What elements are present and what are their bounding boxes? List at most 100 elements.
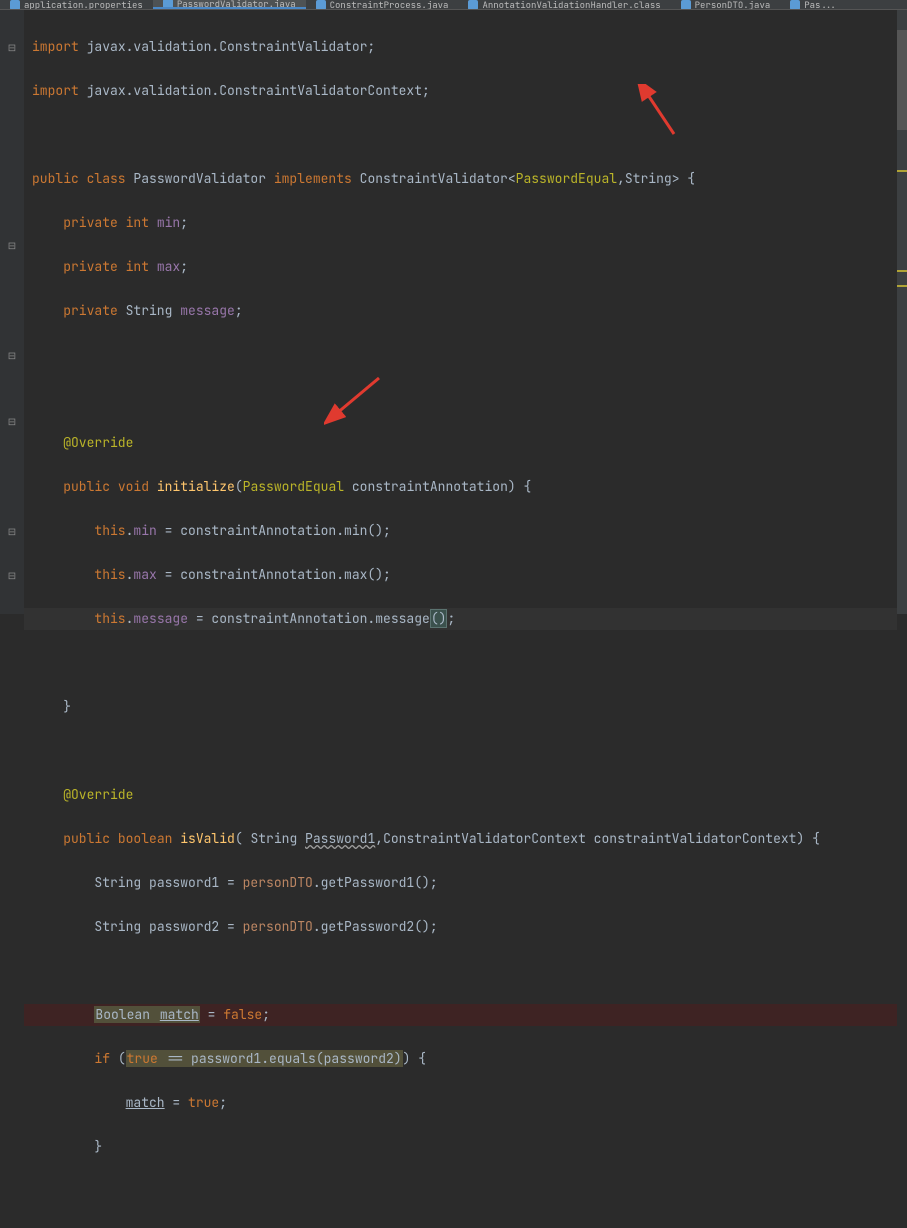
tab-label: PersonDTO.java <box>695 0 771 9</box>
code-text: String <box>126 302 181 319</box>
keyword: private <box>63 258 125 275</box>
code-text: } <box>94 1138 102 1155</box>
fold-icon[interactable]: ⊟ <box>8 41 16 54</box>
tab-item[interactable]: application.properties <box>0 0 153 9</box>
code-text: ; <box>180 258 188 275</box>
code-text: ( <box>235 478 243 495</box>
warn-expr: == password1.equals(password2) <box>159 1050 403 1067</box>
code-area[interactable]: import javax.validation.ConstraintValida… <box>24 10 897 614</box>
code-text: ( <box>235 830 251 847</box>
keyword: private <box>63 302 125 319</box>
warning-marker[interactable] <box>897 285 907 287</box>
file-icon <box>316 0 326 9</box>
method-name: initialize <box>157 478 235 495</box>
keyword: true <box>188 1094 219 1111</box>
file-icon <box>163 0 173 9</box>
code-text: = <box>200 1006 223 1023</box>
warn-literal: true <box>126 1050 159 1067</box>
tab-label: ConstraintProcess.java <box>330 0 449 9</box>
keyword: this <box>94 566 125 583</box>
code-text: constraintValidatorContext) { <box>594 830 820 847</box>
code-text: , <box>375 830 383 847</box>
field: max <box>157 258 180 275</box>
fold-icon[interactable]: ⊟ <box>8 415 16 428</box>
code-text: , <box>617 170 625 187</box>
code-editor[interactable]: ⊟ ⊟ ⊟ ⊟ ⊟ ⊟ import javax.validation.Cons… <box>0 10 907 614</box>
tab-item[interactable]: ConstraintProcess.java <box>306 0 459 9</box>
code-text: } <box>63 698 71 715</box>
tab-item[interactable]: Pas... <box>780 0 846 9</box>
code-text: > { <box>672 170 695 187</box>
anno-type: PasswordEqual <box>516 170 617 187</box>
file-icon <box>468 0 478 9</box>
keyword: this <box>94 522 125 539</box>
code-text: ; <box>219 1094 227 1111</box>
code-text: ConstraintValidatorContext <box>383 830 594 847</box>
editor-tabs: application.properties PasswordValidator… <box>0 0 907 10</box>
keyword: implements <box>274 170 360 187</box>
code-text: = constraintAnnotation.max(); <box>157 566 391 583</box>
warn-type: Boolean <box>94 1006 158 1023</box>
code-text: constraintAnnotation) { <box>344 478 531 495</box>
gutter: ⊟ ⊟ ⊟ ⊟ ⊟ ⊟ <box>0 10 24 614</box>
code-text: ConstraintValidator< <box>360 170 516 187</box>
tab-label: PasswordValidator.java <box>177 0 296 9</box>
keyword: private <box>63 214 125 231</box>
keyword: public <box>63 478 118 495</box>
tab-label: Pas... <box>804 0 836 9</box>
tab-item[interactable]: AnnotationValidationHandler.class <box>458 0 670 9</box>
fold-icon[interactable]: ⊟ <box>8 349 16 362</box>
scroll-thumb[interactable] <box>897 30 907 130</box>
field: message <box>133 610 188 627</box>
code-text: String <box>250 830 305 847</box>
field: min <box>133 522 156 539</box>
keyword: void <box>118 478 157 495</box>
code-text: String <box>94 874 149 891</box>
keyword: import <box>32 82 79 99</box>
code-text: ; <box>235 302 243 319</box>
tab-item[interactable]: PersonDTO.java <box>671 0 781 9</box>
field: message <box>180 302 235 319</box>
keyword: int <box>126 258 157 275</box>
method-name: isValid <box>180 830 235 847</box>
keyword: false <box>223 1006 262 1023</box>
annotation: @Override <box>63 786 133 803</box>
code-text: password2 = <box>149 918 243 935</box>
file-icon <box>790 0 800 9</box>
field: max <box>133 566 156 583</box>
code-text: ; <box>180 214 188 231</box>
keyword: int <box>126 214 157 231</box>
param: Password1 <box>305 830 375 847</box>
code-text: String <box>94 918 149 935</box>
annotation: @Override <box>63 434 133 451</box>
keyword: boolean <box>118 830 180 847</box>
vertical-scrollbar[interactable] <box>897 10 907 614</box>
code-text: .getPassword1(); <box>313 874 438 891</box>
file-icon <box>10 0 20 9</box>
code-text: ; <box>447 610 455 627</box>
code-text: = constraintAnnotation.message <box>188 610 430 627</box>
anno-type: PasswordEqual <box>243 478 344 495</box>
tab-item-active[interactable]: PasswordValidator.java <box>153 0 306 9</box>
warn-var: match <box>159 1006 200 1023</box>
caret-paren: () <box>430 609 448 628</box>
file-icon <box>681 0 691 9</box>
fold-icon[interactable]: ⊟ <box>8 569 16 582</box>
unresolved-ref: personDTO <box>243 918 313 935</box>
fold-icon[interactable]: ⊟ <box>8 525 16 538</box>
code-text: String <box>625 170 672 187</box>
code-text: = constraintAnnotation.min(); <box>157 522 391 539</box>
warning-marker[interactable] <box>897 170 907 172</box>
code-text: javax.validation.ConstraintValidatorCont… <box>79 82 430 99</box>
warning-marker[interactable] <box>897 270 907 272</box>
code-text: ; <box>262 1006 270 1023</box>
keyword: class <box>87 170 134 187</box>
code-text: .getPassword2(); <box>313 918 438 935</box>
unresolved-ref: personDTO <box>243 874 313 891</box>
keyword: import <box>32 38 79 55</box>
fold-icon[interactable]: ⊟ <box>8 239 16 252</box>
var-ref: match <box>126 1094 165 1111</box>
keyword: public <box>63 830 118 847</box>
code-text: javax.validation.ConstraintValidator; <box>79 38 375 55</box>
keyword: public <box>32 170 87 187</box>
